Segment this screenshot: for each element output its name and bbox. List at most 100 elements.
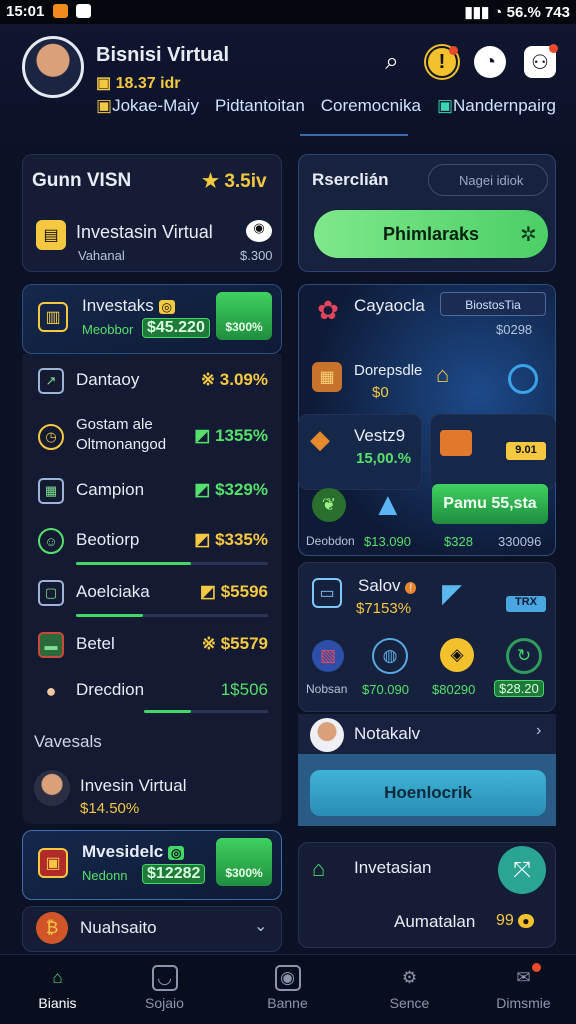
app-notification-icon: [52, 4, 68, 18]
chart-icon[interactable]: ◔: [474, 46, 506, 78]
coin-icon: ◈: [440, 638, 474, 672]
document-icon: ▢: [38, 580, 64, 606]
market-tag-value: $0298: [496, 322, 533, 337]
invest-amount: $45.220: [142, 318, 210, 338]
list-item[interactable]: ◷ Gostam ale Oltmonangod ◩ 1355%: [22, 412, 282, 468]
signal-icon: ▮▮▮: [464, 4, 490, 21]
coin-wallet-icon[interactable]: !: [426, 46, 458, 78]
chevron-right-icon[interactable]: ›: [536, 722, 541, 740]
nav-link-3[interactable]: Coremocnika: [321, 96, 421, 116]
secondary-amount: $12282: [142, 864, 206, 884]
list-item-value-text: $5596: [220, 582, 268, 601]
list-item-label: Campion: [76, 480, 145, 499]
store-icon: [440, 430, 472, 456]
search-card-title: Rserclián: [312, 170, 389, 189]
check-badge-icon: ◎: [168, 846, 185, 860]
summary-value: ★ 3.5iv: [202, 170, 267, 193]
invest-sub: Meobbor: [82, 322, 134, 337]
list-item-value: ※ 3.09%: [201, 370, 268, 390]
primary-action-button[interactable]: Phimlaraks: [314, 210, 548, 258]
chat-icon[interactable]: ⚇: [524, 44, 558, 78]
progress-bar: [76, 614, 268, 617]
list-item[interactable]: ☺ Beotiorp ◩ $335%: [22, 516, 282, 566]
tile-sub: $0: [372, 384, 389, 401]
progress-bar: [76, 562, 268, 565]
vest-title: Vestz9: [354, 426, 406, 445]
status-time: 15:01: [6, 3, 91, 20]
summary-item-value: $.300: [240, 248, 273, 263]
invest-button[interactable]: $300%: [216, 292, 272, 340]
wallet-icon: ◡: [151, 965, 178, 991]
tab-chat[interactable]: ✉ Dimsmie: [466, 955, 576, 1024]
sales-title-text: Salov: [358, 576, 401, 595]
coin-row-value: $28.20: [494, 680, 544, 697]
list-item-label: Gostam ale: [76, 416, 153, 433]
tab-settings[interactable]: ⚙ Sence: [352, 955, 467, 1024]
tile-row-label: Deobdon: [306, 534, 355, 548]
list-item-value: 1$506: [220, 680, 268, 699]
secondary-title: Mvesidelc ◎: [82, 842, 185, 862]
progress-fill: [144, 710, 192, 713]
search-icon[interactable]: ⌕: [376, 46, 408, 78]
virtual-item-title[interactable]: Invesin Virtual: [80, 776, 186, 796]
tab-home[interactable]: ⌂ Bianis: [0, 955, 115, 1024]
alert-icon: !: [405, 582, 417, 594]
tab-label: Dimsmie: [496, 995, 551, 1011]
camera-icon[interactable]: ◉: [246, 220, 272, 242]
invest-title: Investaks ◎: [82, 296, 176, 316]
invest-title-text: Investaks: [82, 296, 154, 315]
flag-icon: ▬: [38, 632, 64, 658]
profile-balance: ▣ 18.37 idr: [96, 73, 181, 93]
contact-name[interactable]: Notakalv: [354, 724, 420, 744]
badge-dot-icon: [531, 963, 541, 972]
tab-label: Sence: [389, 995, 430, 1011]
tile-cta-button[interactable]: Pamu 55,sta: [432, 484, 548, 524]
big-action-button[interactable]: Hoenlocrik: [310, 770, 546, 816]
tab-wallet[interactable]: ◡ Sojaio: [107, 955, 222, 1024]
star-icon: ★: [202, 171, 220, 192]
box-icon: ◩: [194, 426, 211, 445]
header-nav: ▣Jokae-Maiy Pidtantoitan Coremocnika ▣Na…: [96, 96, 556, 116]
network-icon: ✿: [317, 294, 339, 325]
transfer-icon[interactable]: ⤧: [498, 846, 546, 894]
image-icon: ▦: [38, 478, 64, 504]
leaf-icon: ❦: [312, 488, 346, 522]
list-item-value: ※ $5579: [202, 634, 268, 654]
list-item[interactable]: ↗ Dantaoy ※ 3.09%: [22, 356, 282, 406]
calendar-icon: ▣: [96, 96, 113, 115]
camera-icon: ◉: [274, 965, 301, 991]
list-item-value: ◩ $329%: [194, 480, 268, 500]
secondary-button[interactable]: $300%: [216, 838, 272, 886]
sales-badge: TRX: [506, 596, 546, 612]
tag-icon: ▣: [436, 96, 453, 115]
user-icon: ☺: [38, 528, 64, 554]
box-icon: ▦: [312, 362, 342, 392]
bitcoin-icon: ₿: [36, 912, 68, 944]
chevron-down-icon[interactable]: ⌄: [254, 916, 267, 936]
tab-label: Sojaio: [145, 995, 184, 1011]
sales-title: Salov !: [358, 576, 417, 596]
list-item[interactable]: ▦ Campion ◩ $329%: [22, 466, 282, 516]
list-item[interactable]: ▢ Aoelciaka ◩ $5596: [22, 568, 282, 618]
tab-camera[interactable]: ◉ Banne: [230, 955, 345, 1024]
coin-row-value: $70.090: [362, 682, 409, 697]
summary-title: Gunn VISN: [32, 170, 132, 191]
list-item-value: ◩ $335%: [194, 530, 268, 550]
tile-row-value: 330096: [498, 534, 542, 549]
summary-value-text: 3.5iv: [224, 171, 267, 192]
list-item[interactable]: ▬ Betel ※ $5579: [22, 620, 282, 670]
profile-name: Bisnisi Virtual: [96, 44, 230, 66]
sparkle-icon: ※: [201, 634, 216, 653]
nav-link-4[interactable]: ▣Nandernpairg: [437, 96, 556, 116]
search-input[interactable]: Nagei idiok: [428, 164, 548, 196]
list-item[interactable]: ● Drecdion 1$506: [22, 666, 282, 716]
ring-icon: [508, 364, 538, 394]
coin-icon: ●: [518, 914, 534, 928]
briefcase-icon: ▤: [36, 220, 66, 250]
profile-avatar[interactable]: [22, 36, 84, 98]
chat-icon: ✉: [511, 963, 541, 991]
nav-link-2[interactable]: Pidtantoitan: [215, 96, 305, 116]
gear-icon: ⚙: [401, 968, 418, 987]
nav-link-1[interactable]: ▣Jokae-Maiy: [96, 96, 199, 116]
nav-link-label: Nandernpairg: [453, 96, 557, 115]
